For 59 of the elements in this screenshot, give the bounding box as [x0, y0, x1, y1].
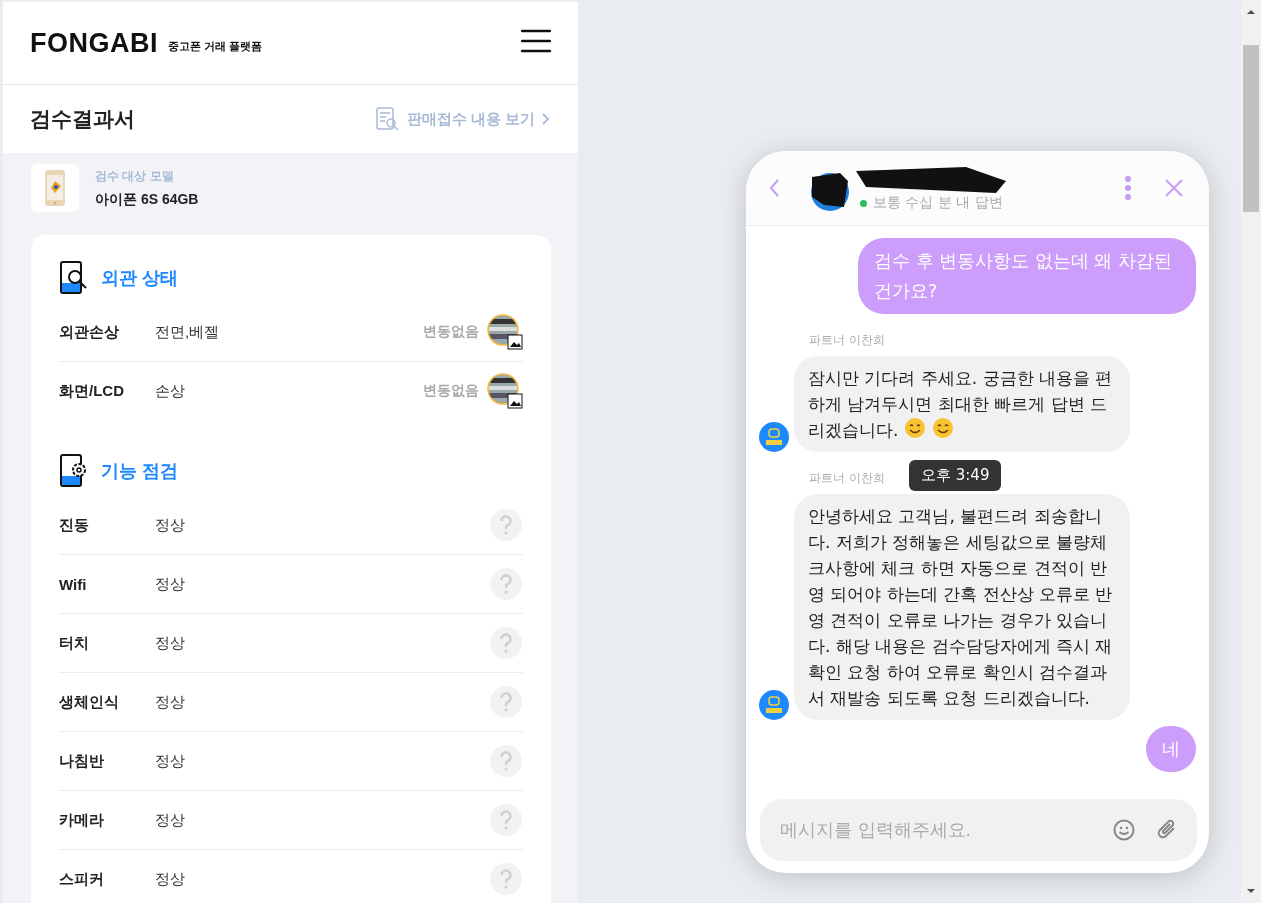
status-text: 변동없음 — [423, 323, 479, 341]
received-message: 잠시만 기다려 주세요. 궁금한 내용을 편하게 남겨두시면 최대한 빠르게 답변 드리겠습니다. — [794, 356, 1130, 452]
menu-icon[interactable] — [521, 29, 551, 53]
document-search-icon — [374, 106, 401, 132]
emoji-icon[interactable] — [1113, 819, 1135, 841]
model-name: 아이폰 6S 64GB — [95, 190, 199, 209]
item-label: 생체인식 — [59, 692, 120, 712]
avatar-icon — [759, 422, 789, 452]
item-label: 스피커 — [59, 869, 105, 889]
help-icon[interactable] — [489, 803, 523, 837]
more-icon[interactable] — [1125, 176, 1131, 200]
item-label: 나침반 — [59, 751, 105, 771]
scrollbar[interactable] — [1241, 0, 1261, 903]
received-message: 안녕하세요 고객님, 불편드려 죄송합니다. 저희가 정해놓은 세팅값으로 불량체크사항에 체크 하면 자동으로 견적이 반영 되어야 하는데 간혹 전산상 오류로 반영 견적이 오류로 나가는 경우가 있습니다. 해당 내용은 검수담당자에게 즉시 재확인 요청 하여 오류로 확인시 검수결과서 재발송 되도록 요청 드리겠습니다. — [794, 494, 1130, 720]
sent-message: 네 — [1146, 726, 1196, 772]
sender-name: 파트너 이찬희 — [809, 332, 885, 349]
status-text: 보통 수십 분 내 답변 — [873, 194, 1003, 212]
item-value: 정상 — [155, 633, 185, 653]
item-value: 정상 — [155, 751, 185, 771]
phone-search-icon — [59, 261, 89, 295]
item-value: 전면,베젤 — [155, 322, 220, 342]
item-label: 화면/LCD — [59, 381, 125, 401]
logo[interactable]: FONGABI — [30, 27, 158, 59]
item-value: 손상 — [155, 381, 185, 401]
section-title: 외관 상태 — [101, 267, 178, 290]
page-title: 검수결과서 — [30, 106, 135, 132]
help-icon[interactable] — [489, 567, 523, 601]
message-field[interactable]: 메시지를 입력해주세요. — [760, 799, 1197, 861]
photo-thumbnail[interactable] — [487, 314, 523, 350]
chevron-icon — [541, 112, 551, 126]
item-label: 진동 — [59, 515, 90, 535]
tagline: 중고폰 거래 플랫폼 — [168, 38, 263, 54]
item-value: 정상 — [155, 692, 185, 712]
back-icon[interactable] — [768, 178, 780, 198]
section-title: 기능 점검 — [101, 460, 178, 483]
online-dot — [860, 199, 867, 207]
avatar-icon — [759, 690, 789, 720]
help-icon[interactable] — [489, 862, 523, 896]
model-label: 검수 대상 모델 — [95, 167, 175, 185]
sender-name: 파트너 이찬희 — [809, 470, 885, 487]
time-tooltip: 오후 3:49 — [909, 460, 1002, 491]
phone-gear-icon — [59, 454, 89, 488]
item-label: 터치 — [59, 633, 90, 653]
status-text: 변동없음 — [423, 382, 479, 400]
item-value: 정상 — [155, 515, 185, 535]
help-icon[interactable] — [489, 508, 523, 542]
item-label: Wifi — [59, 575, 88, 593]
item-value: 정상 — [155, 574, 185, 594]
sent-message: 검수 후 변동사항도 없는데 왜 차감된건가요? — [858, 238, 1196, 314]
item-value: 정상 — [155, 810, 185, 830]
item-label: 카메라 — [59, 810, 105, 830]
item-label: 외관손상 — [59, 322, 120, 342]
help-icon[interactable] — [489, 744, 523, 778]
message-input[interactable]: 메시지를 입력해주세요. — [778, 819, 1091, 841]
help-icon[interactable] — [489, 685, 523, 719]
photo-thumbnail[interactable] — [487, 373, 523, 409]
help-icon[interactable] — [489, 626, 523, 660]
item-value: 정상 — [155, 869, 185, 889]
close-icon[interactable] — [1165, 179, 1183, 197]
